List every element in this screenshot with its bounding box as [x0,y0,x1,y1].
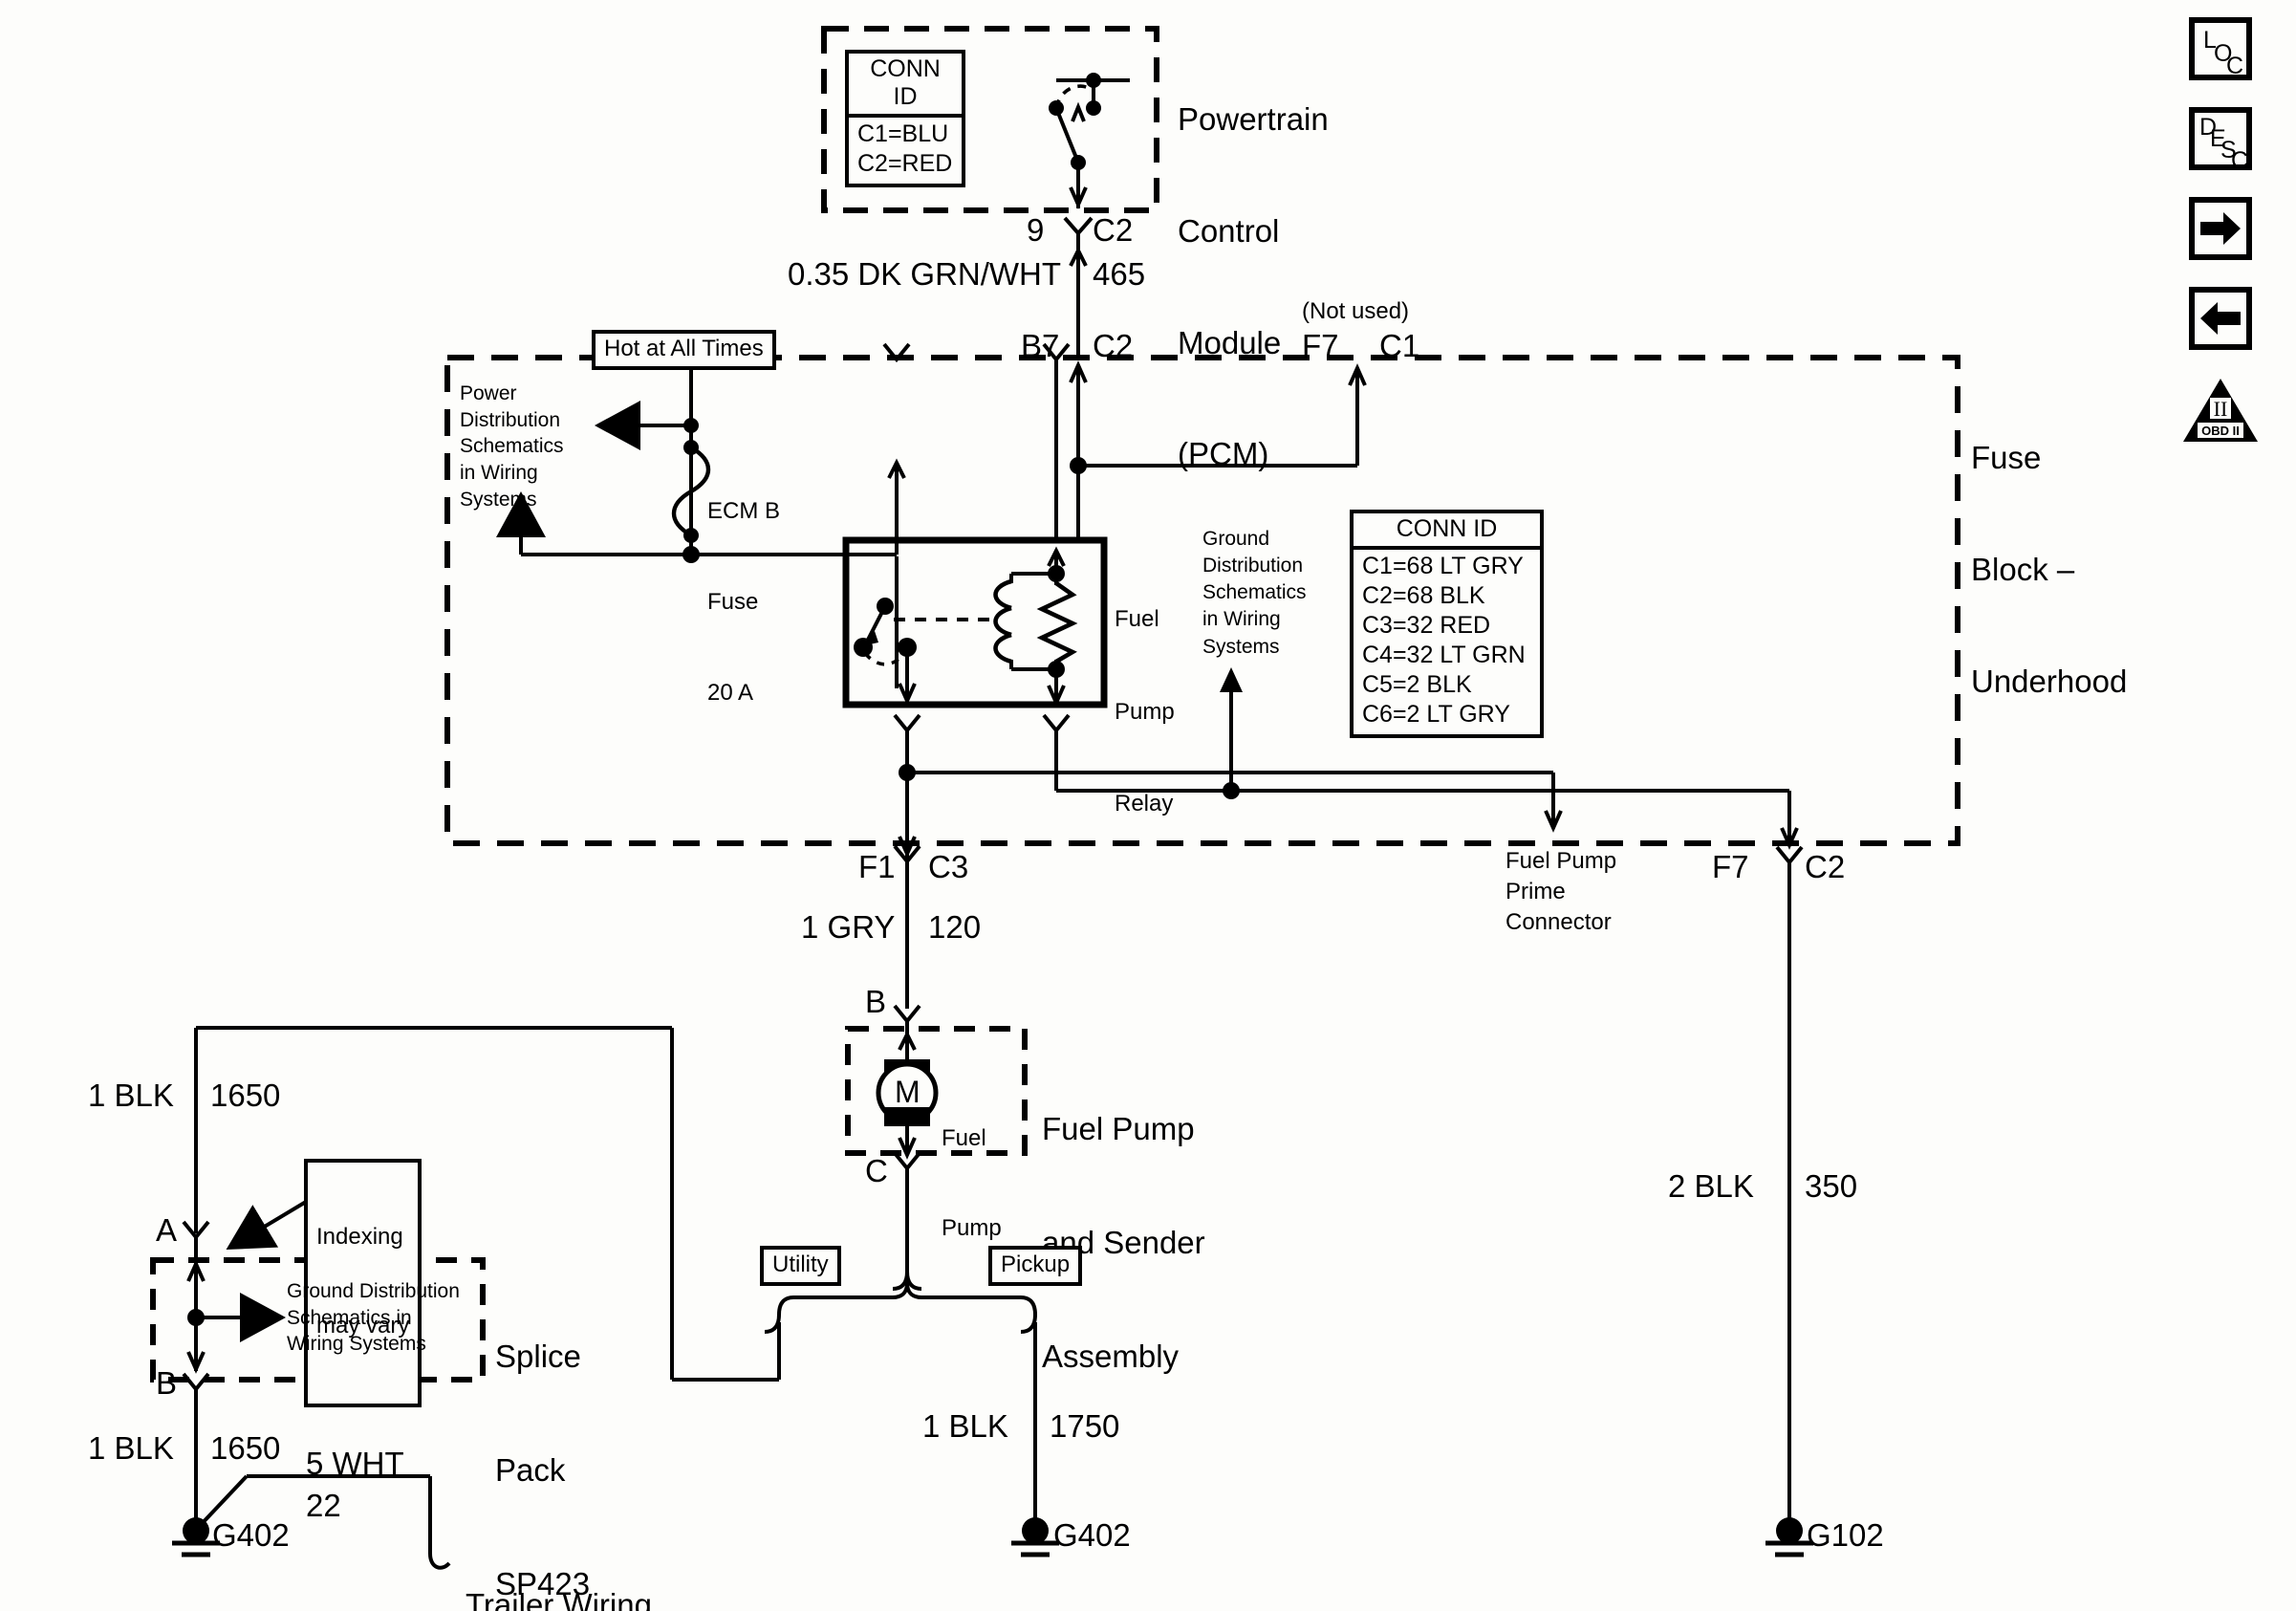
terminal-f7-top: F7 [1302,328,1339,363]
fuel-pump-terminal-b: B [865,984,887,1019]
ground-g402-center [1011,1517,1059,1557]
connector-chevron-pcm [1063,216,1094,237]
connector-chevron-relay-gnd [1042,713,1071,734]
wire-label-350-gauge: 2 BLK [1668,1168,1754,1204]
schematic-page: CONN ID C1=BLU C2=RED Powertrain Control… [0,0,2296,1611]
fuel-pump-terminal-c: C [865,1153,888,1188]
ground-label-g402-left: G402 [212,1517,290,1553]
terminal-b7-connector: C2 [1093,328,1134,363]
terminal-f7-bottom: F7 [1712,849,1749,884]
wire-label-1750-gauge: 1 BLK [922,1408,1008,1444]
pcm-conn-id-row: C1=BLU [857,120,949,147]
fuel-pump-assembly-title: Fuel Pump and Sender Assembly [1042,1111,1205,1374]
wire-label-1650-lower-circuit: 1650 [210,1430,281,1466]
pcm-conn-id-header: CONN ID [849,54,962,118]
obd-label: OBD II [2201,424,2240,438]
ground-distribution-reference-splice: Ground Distribution Schematics in Wiring… [287,1280,460,1356]
pcm-connector-id: C2 [1093,212,1134,248]
arrow-left-icon [2200,302,2241,335]
fuse-block-conn-id-row: C6=2 LT GRY [1362,701,1510,728]
ecm-b-fuse-label: ECM B Fuse 20 A [707,498,781,707]
terminal-f7-top-connector: C1 [1379,328,1420,363]
trailer-wiring-label: Trailer Wiring Provisions [466,1587,652,1611]
terminal-f1-connector: C3 [928,849,969,884]
motor-symbol-letter: M [895,1075,921,1109]
pcm-pin-number: 9 [1027,212,1045,248]
splice-pack-terminal-b: B [156,1365,178,1401]
arrow-right-icon [2200,212,2241,245]
fuse-block-conn-id-row: C3=32 RED [1362,612,1491,639]
relay-resistor-symbol [1036,581,1078,664]
ground-label-g402-center: G402 [1053,1517,1131,1553]
fuse-block-conn-id-header: CONN ID [1354,513,1540,550]
fuel-pump-prime-connector-label: Fuel Pump Prime Connector [1505,848,1617,936]
desc-letter: C [2231,147,2249,174]
next-page-button[interactable] [2189,197,2252,260]
relay-coil-symbol [993,578,1012,664]
variant-label-pickup: Pickup [988,1246,1083,1287]
desc-button[interactable]: D E S C [2189,107,2252,174]
obd-ii-icon: II OBD II [2183,379,2258,442]
connector-chevron-relay-out [893,713,921,734]
previous-page-button[interactable] [2189,287,2252,350]
fuse-block-conn-id-row: C2=68 BLK [1362,582,1485,609]
wire-label-465-circuit: 465 [1093,256,1146,292]
hot-at-all-times-label: Hot at All Times [592,330,776,371]
fuse-block-conn-id-row: C1=68 LT GRY [1362,553,1524,579]
power-distribution-reference: Power Distribution Schematics in Wiring … [460,382,564,511]
pcm-node [1086,73,1101,88]
ground-label-g102-right: G102 [1807,1517,1884,1553]
fuel-pump-relay-label: Fuel Pump Relay [1115,606,1175,817]
terminal-b7: B7 [1021,328,1060,363]
wire-label-22-circuit: 22 [306,1488,341,1523]
fuse-block-title: Fuse Block – Underhood [1971,439,2128,699]
terminal-f1: F1 [858,849,896,884]
loc-button[interactable]: L O C [2189,17,2252,80]
pcm-conn-id-table: CONN ID C1=BLU C2=RED [845,50,965,187]
ground-distribution-reference-fuseblock: Ground Distribution Schematics in Wiring… [1202,528,1307,658]
wire-label-1750-circuit: 1750 [1050,1408,1120,1444]
not-used-note: (Not used) [1302,298,1410,324]
wire-label-120-circuit: 120 [928,909,982,945]
wire-label-1650-upper-circuit: 1650 [210,1078,281,1113]
wire-label-120-gauge: 1 GRY [801,909,896,945]
fuse-block-conn-id-table: CONN ID C1=68 LT GRY C2=68 BLK C3=32 RED… [1350,510,1544,738]
wire-label-22-gauge: 5 WHT [306,1446,404,1481]
variant-label-utility: Utility [760,1246,841,1287]
obd-ii-button[interactable]: II OBD II [2181,377,2260,444]
loc-letter: C [2226,53,2244,79]
pcm-driver-switch [1054,78,1130,208]
wire-label-1650-upper-gauge: 1 BLK [88,1078,174,1113]
obd-numeral: II [2214,397,2228,421]
pcm-title: Powertrain Control Module (PCM) [1178,100,1329,472]
fuse-block-conn-id-row: C5=2 BLK [1362,671,1472,698]
pcm-conn-id-row: C2=RED [857,150,953,177]
wire-label-465-gauge: 0.35 DK GRN/WHT [788,256,1062,292]
navigation-toolbar: L O C D E S C II OBD II [2183,17,2275,444]
wire-label-350-circuit: 350 [1805,1168,1858,1204]
wire-label-1650-lower-gauge: 1 BLK [88,1430,174,1466]
splice-pack-terminal-a: A [156,1212,178,1248]
terminal-f7-bottom-connector: C2 [1805,849,1846,884]
fuse-block-conn-id-row: C4=32 LT GRN [1362,642,1526,668]
